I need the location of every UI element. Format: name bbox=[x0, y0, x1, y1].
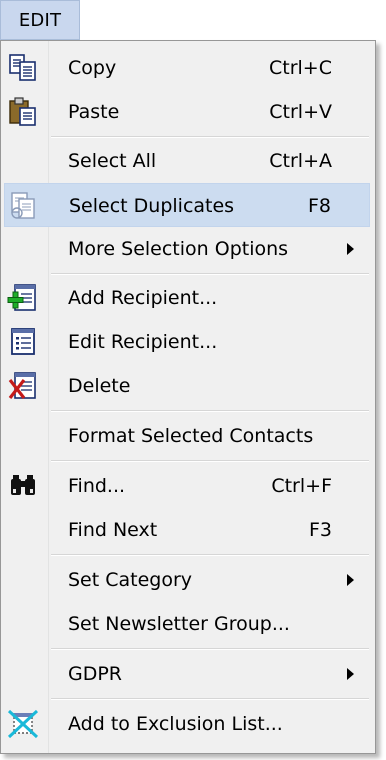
menu-item-copy[interactable]: Copy Ctrl+C bbox=[4, 46, 370, 90]
edit-recipient-icon bbox=[7, 327, 39, 357]
menu-item-shortcut: F3 bbox=[308, 519, 332, 541]
menu-item-more-selection-options[interactable]: More Selection Options bbox=[4, 227, 370, 271]
menu-item-label: Delete bbox=[68, 375, 131, 397]
menu-item-add-to-exclusion-list[interactable]: Add to Exclusion List... bbox=[4, 702, 370, 746]
menu-item-format-selected-contacts[interactable]: Format Selected Contacts bbox=[4, 414, 370, 458]
menu-item-label: Find Next bbox=[68, 519, 158, 541]
menu-item-paste[interactable]: Paste Ctrl+V bbox=[4, 90, 370, 134]
menu-item-shortcut: Ctrl+V bbox=[269, 101, 332, 123]
menu-item-edit-recipient[interactable]: Edit Recipient... bbox=[4, 320, 370, 364]
submenu-arrow-icon bbox=[347, 668, 354, 680]
menu-separator bbox=[51, 410, 369, 412]
menu-separator bbox=[51, 648, 369, 650]
menu-item-label: Edit Recipient... bbox=[68, 331, 218, 353]
menu-item-select-all[interactable]: Select All Ctrl+A bbox=[4, 139, 370, 183]
menu-item-label: Format Selected Contacts bbox=[68, 425, 314, 447]
exclusion-icon bbox=[7, 709, 39, 739]
menu-separator bbox=[51, 698, 369, 700]
menu-item-set-newsletter-group[interactable]: Set Newsletter Group... bbox=[4, 602, 370, 646]
copy-icon bbox=[7, 53, 39, 83]
menu-separator bbox=[51, 460, 369, 462]
menu-item-add-recipient[interactable]: Add Recipient... bbox=[4, 276, 370, 320]
menu-item-shortcut: F8 bbox=[307, 195, 331, 217]
add-recipient-icon bbox=[7, 283, 39, 313]
menu-separator bbox=[51, 273, 369, 275]
edit-menu-dropdown: Copy Ctrl+C Paste Ctrl+V Select All Ctrl… bbox=[0, 40, 376, 754]
menu-item-gdpr[interactable]: GDPR bbox=[4, 652, 370, 696]
menu-item-label: Select All bbox=[68, 150, 157, 172]
delete-icon bbox=[7, 371, 39, 401]
submenu-arrow-icon bbox=[347, 574, 354, 586]
menu-item-label: Add Recipient... bbox=[68, 287, 218, 309]
menu-item-shortcut: Ctrl+C bbox=[269, 57, 332, 79]
menu-separator bbox=[51, 136, 369, 138]
menu-item-label: Copy bbox=[68, 57, 117, 79]
menu-title-edit[interactable]: EDIT bbox=[0, 0, 80, 40]
menu-item-set-category[interactable]: Set Category bbox=[4, 558, 370, 602]
menu-item-label: Find... bbox=[68, 475, 126, 497]
menu-item-label: Add to Exclusion List... bbox=[68, 713, 283, 735]
menu-item-delete[interactable]: Delete bbox=[4, 364, 370, 408]
menu-item-find-next[interactable]: Find Next F3 bbox=[4, 508, 370, 552]
menu-item-shortcut: Ctrl+F bbox=[271, 475, 332, 497]
menu-item-label: Select Duplicates bbox=[69, 195, 235, 217]
paste-icon bbox=[7, 97, 39, 127]
menu-item-label: More Selection Options bbox=[68, 238, 289, 260]
binoculars-icon bbox=[7, 471, 39, 501]
menu-item-select-duplicates[interactable]: Select Duplicates F8 bbox=[4, 183, 370, 227]
menu-separator bbox=[51, 554, 369, 556]
menu-item-find[interactable]: Find... Ctrl+F bbox=[4, 464, 370, 508]
menu-item-label: Set Category bbox=[68, 569, 193, 591]
menu-item-label: Set Newsletter Group... bbox=[68, 613, 290, 635]
submenu-arrow-icon bbox=[347, 243, 354, 255]
menu-item-label: Paste bbox=[68, 101, 120, 123]
select-duplicates-icon bbox=[8, 191, 40, 221]
menu-item-shortcut: Ctrl+A bbox=[269, 150, 332, 172]
menu-item-label: GDPR bbox=[68, 663, 123, 685]
